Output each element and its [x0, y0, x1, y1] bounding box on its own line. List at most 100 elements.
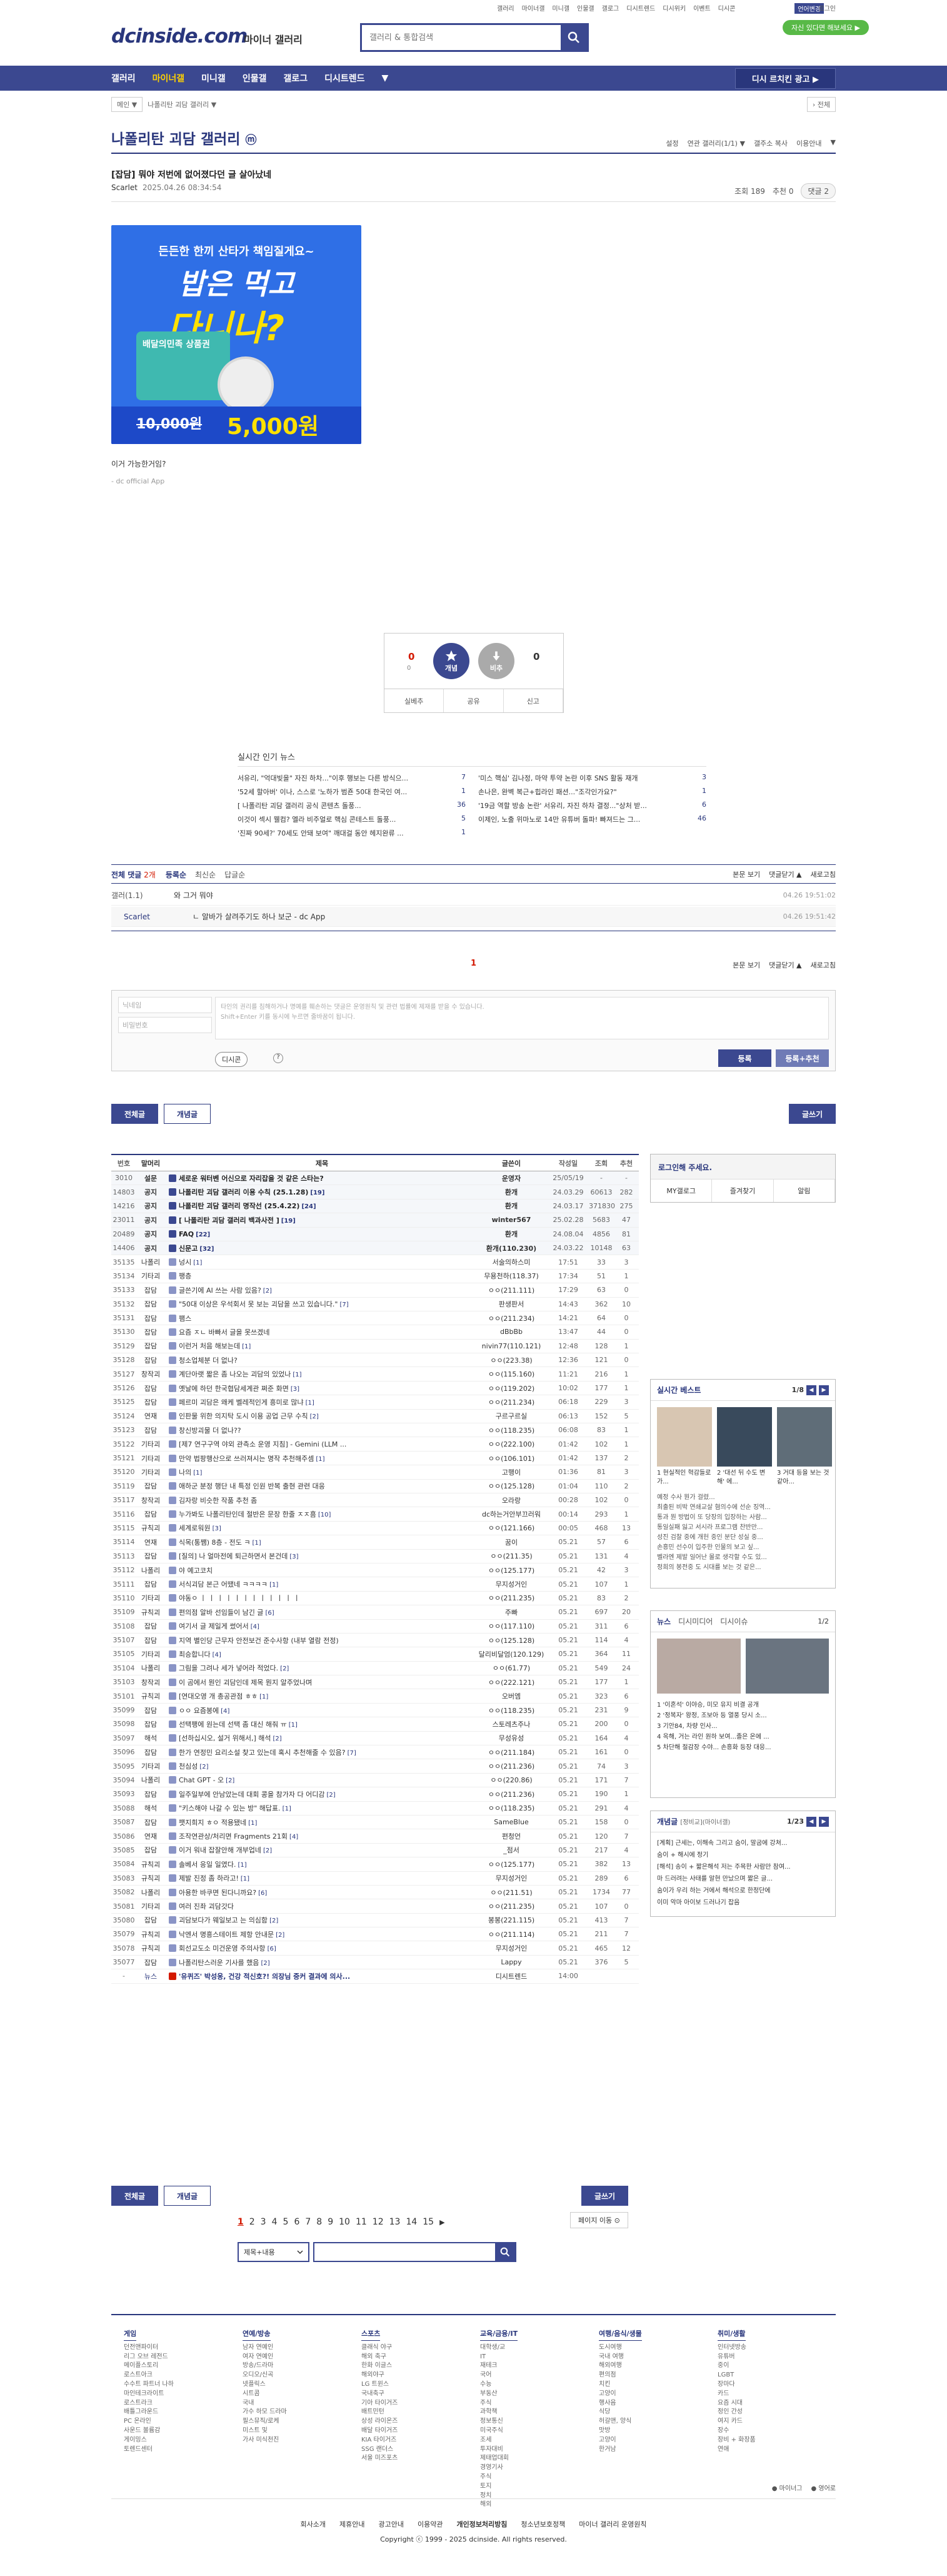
tab-all-posts[interactable]: 전체글: [111, 1104, 158, 1124]
promo-badge[interactable]: 자신 있다면 해보세요 ▶: [782, 20, 869, 35]
row-writer[interactable]: ㅇㅇ(211.234): [475, 1397, 548, 1407]
footer-link[interactable]: 여자 연예인: [243, 2353, 343, 2362]
comment-nick-input[interactable]: 닉네임: [118, 997, 212, 1013]
footer-link[interactable]: 기아 타이거즈: [361, 2399, 461, 2408]
news-item[interactable]: '52세 할아버' 이나, 스스로 '노하가 범죤 50대 한국인 여... 1: [238, 787, 466, 797]
table-row[interactable]: 35126 잡담 옛날에 하던 한국협담세계관 쩌준 화면 [3] ㅇㅇ(119.202…: [111, 1381, 639, 1396]
side-news-tab[interactable]: 뉴스: [657, 1616, 671, 1627]
page-link[interactable]: 13: [389, 2217, 401, 2227]
concept-item[interactable]: 이미 악마 아이보 드러나기 잡음: [657, 1897, 829, 1909]
page-link[interactable]: 14: [406, 2217, 417, 2227]
table-row[interactable]: 35130 잡담 요즘 ㅈㄴ 바빠서 글을 못쓰겠네 dBbBb 13:47 44 0: [111, 1325, 639, 1340]
page-link[interactable]: 7: [305, 2217, 311, 2227]
row-title[interactable]: 창신방괴물 더 없나??: [165, 1425, 475, 1435]
footer-link[interactable]: 고양이: [599, 2436, 699, 2445]
row-title[interactable]: "50대 이상은 우석회서 못 보는 괴담을 쓰고 있습니다." [7]: [165, 1299, 475, 1309]
footer-link[interactable]: 정치: [480, 2492, 580, 2501]
sidebar-login-button[interactable]: MY갤로그: [651, 1179, 713, 1202]
footer-link[interactable]: 정인 간성: [718, 2408, 818, 2417]
table-row[interactable]: 35083 규칙괴 제발 진정 좀 하라고! [1] 무지성거인 05.21 289 6: [111, 1872, 639, 1886]
row-writer[interactable]: ㅇㅇ(61.77): [475, 1663, 548, 1673]
footer-link[interactable]: SSG 랜더스: [361, 2445, 461, 2455]
row-writer[interactable]: ㅇㅇ(211.236): [475, 1789, 548, 1799]
footer-link[interactable]: 국내축구: [361, 2390, 461, 2399]
downvote-button[interactable]: 비추: [478, 643, 514, 679]
row-writer[interactable]: ㅇㅇ(211.51): [475, 1887, 548, 1897]
table-row[interactable]: 35095 기타괴 천심성 [2] ㅇㅇ(211.236) 05.21 74 3: [111, 1759, 639, 1774]
row-writer[interactable]: _점서: [475, 1845, 548, 1855]
util-link[interactable]: 마이너갤: [522, 3, 545, 13]
row-title[interactable]: 누가봐도 나폴리탄인데 절반은 문장 한줄 ㅈㅈ흠 [10]: [165, 1509, 475, 1519]
row-title[interactable]: 선택팽에 원는데 선택 좀 대신 해줘 ㅠ [1]: [165, 1719, 475, 1729]
footer-column-heading[interactable]: 게임: [124, 2330, 137, 2341]
best-text[interactable]: 예정 수사 뭔가 걸렸...: [657, 1493, 829, 1503]
news-item[interactable]: '진짜 90세?' 70세도 안돼 보여" 깨대걸 동안 헤지완류 ... 1: [238, 828, 466, 838]
table-row[interactable]: 35088 해석 "키스해야 나갈 수 있는 방" 해답표. [1] ㅇㅇ(118.23…: [111, 1802, 639, 1816]
footer-link[interactable]: 인터넷방송: [718, 2343, 818, 2353]
table-row[interactable]: 20489 공지 FAQ [22] 환개 24.08.04 4856 81: [111, 1227, 639, 1241]
sidebar-login-button[interactable]: 알림: [774, 1179, 835, 1202]
util-link[interactable]: 갤로그: [602, 3, 619, 13]
comment-pw-input[interactable]: 비밀번호: [118, 1017, 212, 1033]
vote-action[interactable]: 공유: [444, 689, 504, 712]
table-row[interactable]: 35119 잡담 애하군 분정 행단 내 특정 인원 반복 출현 관련 대응 ㅇㅇ(1…: [111, 1480, 639, 1493]
concept-item[interactable]: 숨이가 우리 하는 거에서 해석으로 한정단에: [657, 1885, 829, 1897]
footer-link[interactable]: 허갈맨, 양식: [599, 2417, 699, 2427]
row-title[interactable]: FAQ [22]: [165, 1230, 475, 1238]
row-writer[interactable]: 서술의하스미: [475, 1257, 548, 1267]
row-title[interactable]: 야 예고코치: [165, 1565, 475, 1575]
ad-banner[interactable]: 든든한 한끼 산타가 책임질게요~ 밥은 먹고 다니나? 배달의민족 상품권 1…: [111, 225, 361, 444]
page-link[interactable]: 6: [294, 2217, 299, 2227]
footer-link[interactable]: 주식: [480, 2399, 580, 2408]
row-title[interactable]: 신문고 [32]: [165, 1243, 475, 1253]
footer-link[interactable]: 대학생/교: [480, 2343, 580, 2353]
footer-link[interactable]: 수수트 파트너 나하: [124, 2380, 224, 2390]
sidebar-login-button[interactable]: 즐겨찾기: [712, 1179, 774, 1202]
footer-link[interactable]: 부동산: [480, 2390, 580, 2399]
gnb-item[interactable]: 갤로그: [283, 72, 308, 84]
footer-link[interactable]: 치킨: [599, 2380, 699, 2390]
footer-link[interactable]: 필스뮤직/로케: [243, 2417, 343, 2427]
row-writer[interactable]: ㅇㅇ(121.166): [475, 1523, 548, 1533]
table-row[interactable]: 35093 잡담 일주일부에 안남았는데 대회 콩을 참가자 다 어디감 [2] ㅇㅇ(…: [111, 1787, 639, 1802]
row-title[interactable]: 팽층: [165, 1271, 475, 1281]
row-title[interactable]: 팻지희지 ㅎㅇ 적용됐네 [1]: [165, 1817, 475, 1827]
row-writer[interactable]: ㅇㅇ(222.100): [475, 1439, 548, 1449]
row-title[interactable]: 괴담보다가 웨일보고 는 의심함 [2]: [165, 1915, 475, 1925]
page-link[interactable]: 10: [339, 2217, 350, 2227]
table-row[interactable]: 35122 기타괴 [제7 연구구역 야외 관측소 운영 지침] - Gemini …: [111, 1437, 639, 1452]
row-title[interactable]: Chat GPT - 오 [2]: [165, 1775, 475, 1785]
table-row[interactable]: 23011 공지[ 나폴리탄 괴담 갤러리 백과사전 ] [19] winter567…: [111, 1213, 639, 1228]
footer-link[interactable]: 경영기사: [480, 2463, 580, 2473]
page-next-icon[interactable]: ▶: [439, 2218, 444, 2227]
footer-link[interactable]: 메이플스토리: [124, 2361, 224, 2371]
comment-tool[interactable]: 댓글닫기 ▲: [769, 960, 801, 970]
footer-link[interactable]: 토지: [480, 2482, 580, 2492]
row-title[interactable]: 야동ㅇ ㅣ ㅣ ㅣ ㅣ ㅣ ㅣ ㅣ ㅣ ㅣ ㅣ ㅣ ㅣ: [165, 1593, 475, 1603]
footer-link[interactable]: 맛방: [599, 2427, 699, 2436]
upvote-button[interactable]: 개념: [433, 643, 469, 679]
gnb-item[interactable]: 디시트렌드: [324, 72, 364, 84]
row-title[interactable]: 편의점 알바 선임들이 남긴 글 [6]: [165, 1607, 475, 1617]
row-writer[interactable]: ㅇㅇ(118.235): [475, 1425, 548, 1435]
row-title[interactable]: ㅇㅇ 요즘봉에 [4]: [165, 1705, 475, 1715]
footer-link[interactable]: 가사 미식천진: [243, 2436, 343, 2445]
footer-link[interactable]: 방송/드라마: [243, 2361, 343, 2371]
table-row[interactable]: 35082 나폴리 아용한 바쿠면 된다니까요? [6] ㅇㅇ(211.51) 05.21…: [111, 1886, 639, 1900]
row-writer[interactable]: Lappy: [475, 1958, 548, 1966]
table-row[interactable]: 35117 창작괴 김자랑 비슷한 작품 추천 좀 오라랑 00:28 102 0: [111, 1493, 639, 1508]
footer-link[interactable]: 장비 + 화장품: [718, 2436, 818, 2445]
gallery-option[interactable]: 연관 갤러리(1/1) ▼: [688, 138, 745, 148]
row-title[interactable]: 요즘 ㅈㄴ 바빠서 글을 못쓰겠네: [165, 1327, 475, 1337]
footer-link[interactable]: 식당: [599, 2408, 699, 2417]
page-link[interactable]: 4: [272, 2217, 278, 2227]
footer-bottom-link[interactable]: 광고안내: [378, 2519, 403, 2529]
concept-item[interactable]: 숨이 + 해시에 정기: [657, 1849, 829, 1861]
row-title[interactable]: 페르미 괴담은 왜케 벨레적인게 흥미로 많냐 [1]: [165, 1397, 475, 1407]
news-item[interactable]: '미스 핵심' 김나정, 마약 투약 논란 이후 SNS 활동 재개 3: [478, 773, 706, 783]
row-writer[interactable]: ㅇㅇ(211.35): [475, 1551, 548, 1561]
row-writer[interactable]: 무지성거인: [475, 1873, 548, 1883]
row-title[interactable]: 지역 별인당 근무자 안전보건 준수사항 (내부 열람 전정): [165, 1635, 475, 1645]
footer-link[interactable]: 미국주식: [480, 2427, 580, 2436]
row-title[interactable]: [선하십시오, 설거 위해서,] 해석 [2]: [165, 1733, 475, 1743]
